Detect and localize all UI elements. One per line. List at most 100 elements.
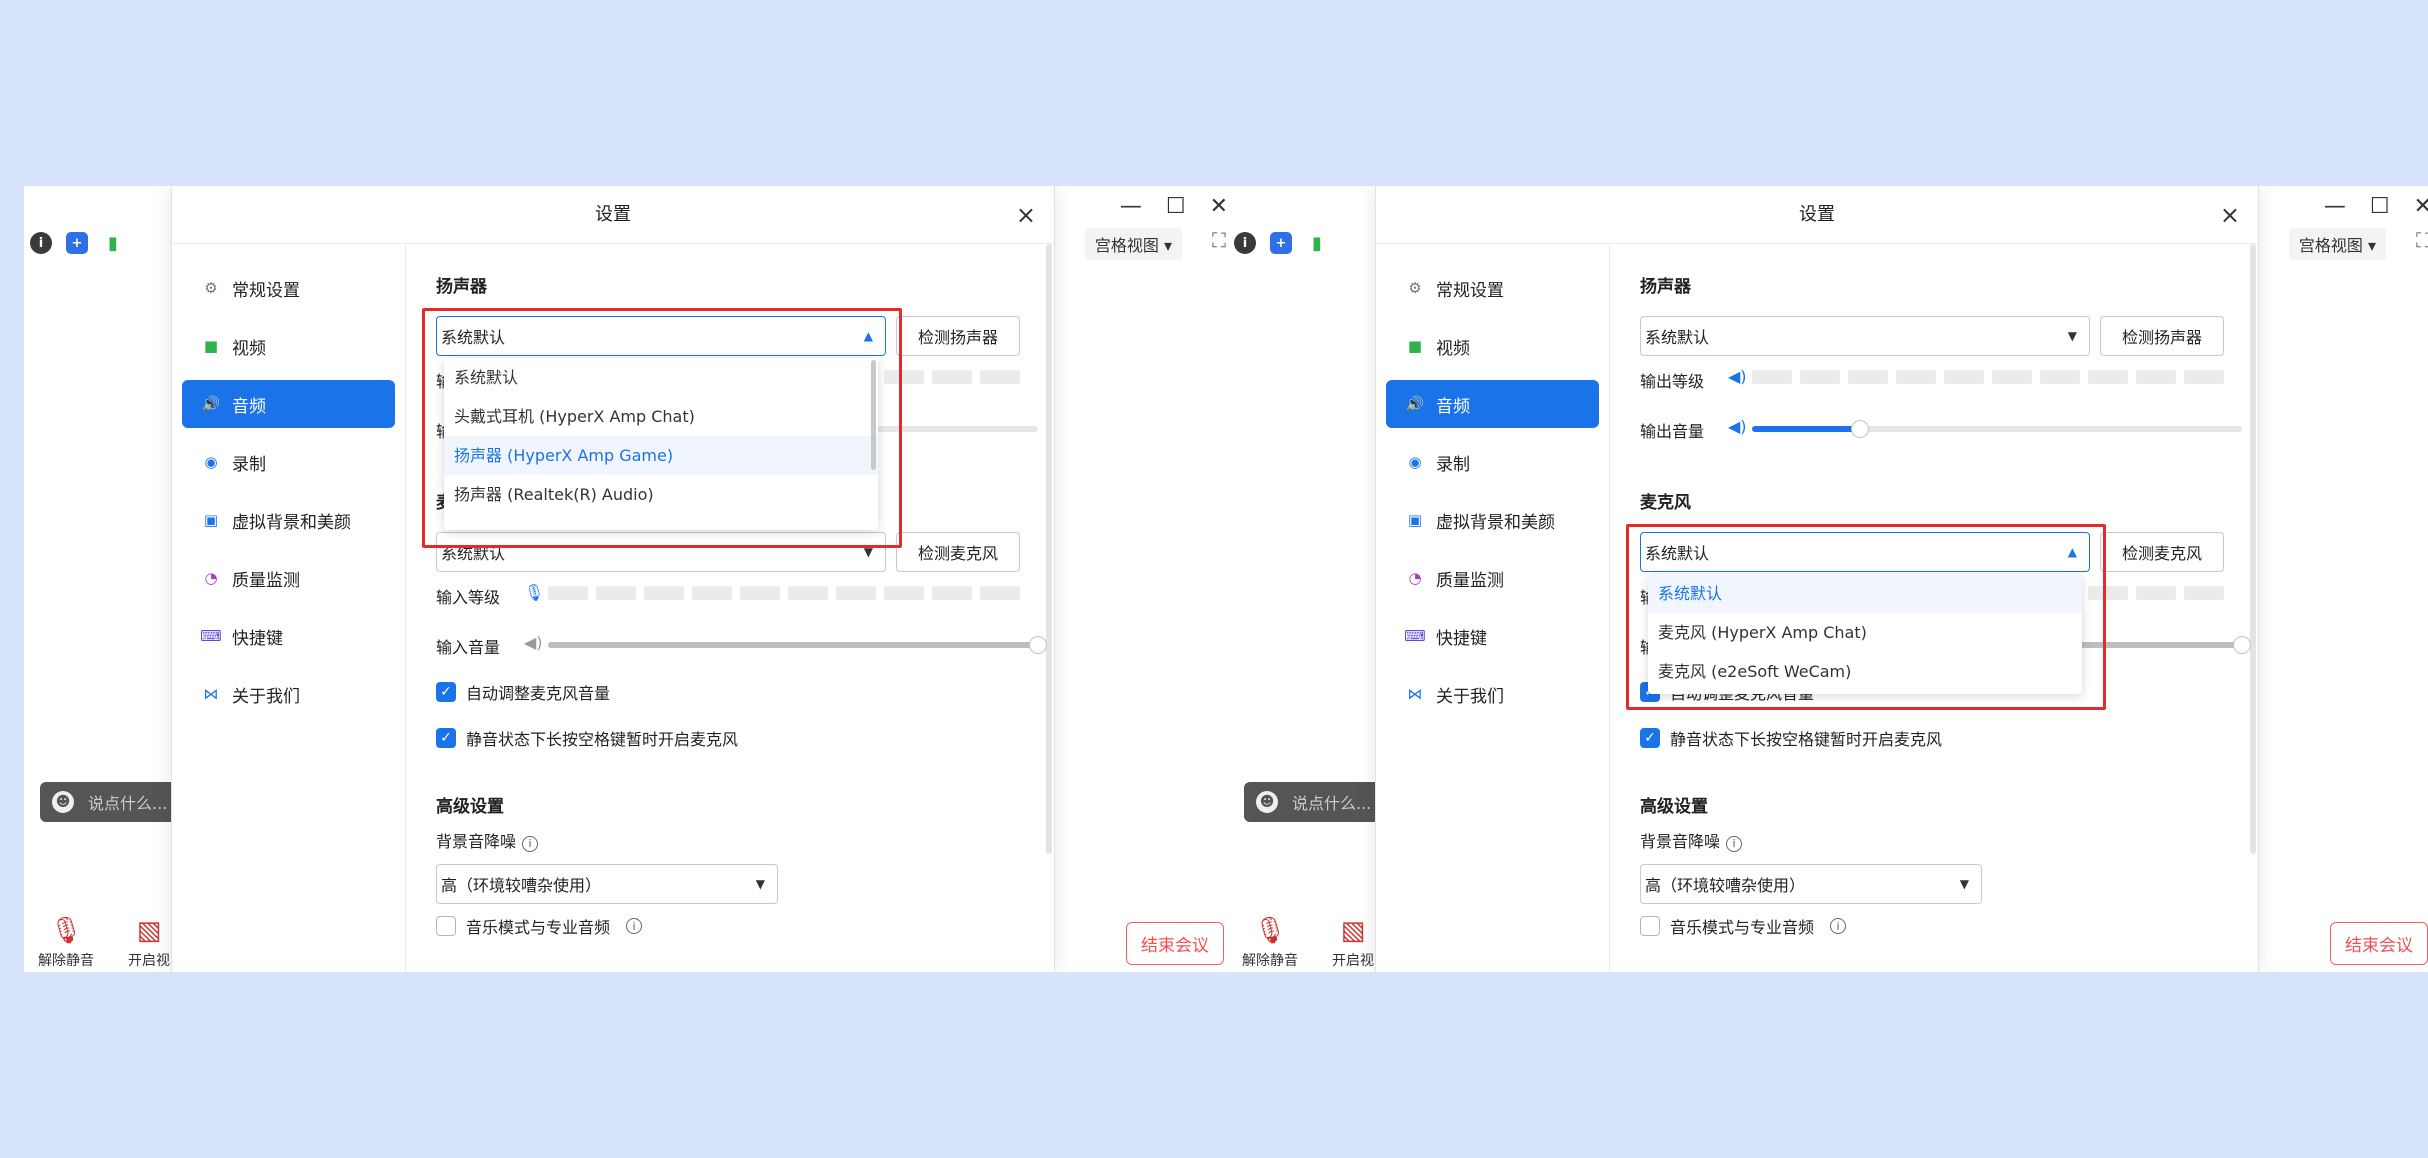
- scrollbar[interactable]: [2250, 244, 2256, 854]
- sidebar-item-portrait[interactable]: ▣ 虚拟背景和美颜: [1386, 496, 1599, 544]
- highlight-box: [422, 308, 902, 548]
- auto-adjust-checkbox[interactable]: ✓自动调整麦克风音量: [436, 680, 610, 704]
- advanced-title: 高级设置: [1640, 797, 1708, 817]
- input-volume-slider[interactable]: [548, 636, 1047, 654]
- quality-icon: ◔: [1408, 569, 1422, 587]
- close-icon[interactable]: ×: [1016, 200, 1036, 230]
- chevron-icon: ▼: [755, 877, 765, 891]
- signal-icon[interactable]: ▮: [102, 232, 124, 254]
- advanced-title: 高级设置: [436, 797, 504, 817]
- mic-muted-icon: 🎙: [1253, 916, 1287, 946]
- info-icon[interactable]: i: [30, 232, 52, 254]
- speaker-title: 扬声器: [436, 277, 487, 297]
- sidebar-item-label: 录制: [232, 454, 266, 475]
- minimize-icon[interactable]: —: [2324, 194, 2346, 219]
- music-mode-checkbox[interactable]: 音乐模式与专业音频 i: [436, 914, 643, 938]
- music-mode-checkbox[interactable]: 音乐模式与专业音频 i: [1640, 914, 1847, 938]
- audio-settings: 扬声器 系统默认▲ 检测扬声器 输出等级 ◀) 输出音量 ◀) 麦克风 系统默认…: [406, 244, 1056, 972]
- output-level-meter: [1752, 370, 2224, 384]
- close-icon[interactable]: ×: [2220, 200, 2240, 230]
- space-unmute-checkbox[interactable]: ✓ 静音状态下长按空格键暂时开启麦克风: [1640, 726, 1942, 750]
- sidebar-item-label: 常规设置: [232, 280, 300, 301]
- sidebar-item-label: 快捷键: [1436, 628, 1487, 649]
- unmute-button[interactable]: 🎙 解除静音: [1242, 916, 1298, 970]
- end-meeting-button[interactable]: 结束会议: [1126, 922, 1224, 965]
- volume-icon: ◀): [1728, 417, 1747, 436]
- fullscreen-icon[interactable]: ⛶: [1212, 228, 1226, 252]
- grid-view-button[interactable]: 宫格视图 ▾: [2288, 228, 2386, 260]
- sidebar-item-label: 关于我们: [232, 686, 300, 707]
- signal-icon[interactable]: ▮: [1306, 232, 1328, 254]
- maximize-icon[interactable]: ☐: [1166, 194, 1186, 219]
- sidebar-item-record[interactable]: ◉ 录制: [1386, 438, 1599, 486]
- sidebar-item-video[interactable]: ■ 视频: [182, 322, 395, 370]
- sidebar-item-label: 常规设置: [1436, 280, 1504, 301]
- meeting-toolbar: 🎙 解除静音 ▧ 开启视: [1242, 916, 1374, 970]
- info-icon[interactable]: i: [1830, 918, 1847, 934]
- sidebar-item-quality[interactable]: ◔ 质量监测: [182, 554, 395, 602]
- keyboard-icon: ⌨: [200, 627, 222, 645]
- output-volume-slider[interactable]: [1752, 420, 2242, 438]
- emoji-icon[interactable]: ☻: [1256, 791, 1278, 813]
- sidebar-item-speaker[interactable]: 🔊 音频: [1386, 380, 1599, 428]
- fullscreen-icon[interactable]: ⛶: [2416, 228, 2428, 252]
- sidebar-item-video[interactable]: ■ 视频: [1386, 322, 1599, 370]
- checkbox-empty-icon: [436, 916, 456, 936]
- sidebar-item-gear[interactable]: ⚙ 常规设置: [1386, 264, 1599, 312]
- test-speaker-button[interactable]: 检测扬声器: [2100, 316, 2224, 356]
- sidebar-item-label: 虚拟背景和美颜: [232, 512, 351, 533]
- sidebar-item-about-logo[interactable]: ⋈ 关于我们: [182, 670, 395, 718]
- shield-icon[interactable]: +: [66, 232, 88, 254]
- start-video-button[interactable]: ▧ 开启视: [1332, 916, 1374, 970]
- minimize-icon[interactable]: —: [1120, 194, 1142, 219]
- about-logo-icon: ⋈: [1407, 685, 1423, 703]
- gear-icon: ⚙: [1408, 279, 1422, 297]
- slider-handle[interactable]: [1851, 420, 1869, 438]
- video-icon: ■: [203, 337, 219, 355]
- test-mic-button[interactable]: 检测麦克风: [896, 532, 1020, 572]
- speaker-select[interactable]: 系统默认 ▼: [1640, 316, 2090, 356]
- sidebar-item-record[interactable]: ◉ 录制: [182, 438, 395, 486]
- emoji-icon[interactable]: ☻: [52, 791, 74, 813]
- unmute-button[interactable]: 🎙 解除静音: [38, 916, 94, 970]
- start-video-button[interactable]: ▧ 开启视: [128, 916, 170, 970]
- info-icon[interactable]: i: [626, 918, 643, 934]
- output-level-label: 输出等级: [1640, 372, 1705, 391]
- sidebar-item-portrait[interactable]: ▣ 虚拟背景和美颜: [182, 496, 395, 544]
- maximize-icon[interactable]: ☐: [2370, 194, 2390, 219]
- sidebar-item-keyboard[interactable]: ⌨ 快捷键: [182, 612, 395, 660]
- highlight-box: [1626, 524, 2106, 710]
- audio-settings: 扬声器 系统默认 ▼ 检测扬声器 输出等级 ◀) 输出音量 ◀) 麦克风 系统默认…: [1610, 244, 2260, 972]
- info-icon[interactable]: i: [1726, 835, 1743, 852]
- close-window-icon[interactable]: ✕: [1210, 194, 1228, 219]
- sidebar-item-quality[interactable]: ◔ 质量监测: [1386, 554, 1599, 602]
- input-level-label: 输入等级: [436, 588, 501, 607]
- record-icon: ◉: [1408, 453, 1422, 471]
- close-window-icon[interactable]: ✕: [2414, 194, 2428, 219]
- shield-icon[interactable]: +: [1270, 232, 1292, 254]
- space-unmute-checkbox[interactable]: ✓ 静音状态下长按空格键暂时开启麦克风: [436, 726, 738, 750]
- info-icon[interactable]: i: [1234, 232, 1256, 254]
- gear-icon: ⚙: [204, 279, 218, 297]
- sidebar-item-gear[interactable]: ⚙ 常规设置: [182, 264, 395, 312]
- slider-handle[interactable]: [1029, 636, 1047, 654]
- sidebar-item-about-logo[interactable]: ⋈ 关于我们: [1386, 670, 1599, 718]
- sidebar-item-speaker[interactable]: 🔊 音频: [182, 380, 395, 428]
- end-meeting-button[interactable]: 结束会议: [2330, 922, 2428, 965]
- settings-sidebar: ⚙ 常规设置 ■ 视频 🔊 音频 ◉ 录制 ▣ 虚拟背景和美颜 ◔ 质量监测 ⌨…: [172, 244, 406, 972]
- grid-view-button[interactable]: 宫格视图 ▾: [1084, 228, 1182, 260]
- info-icon[interactable]: i: [522, 835, 539, 852]
- window-controls: — ☐ ✕: [2324, 194, 2428, 219]
- dialog-title: 设置: [1376, 186, 2258, 244]
- test-speaker-button[interactable]: 检测扬声器: [896, 316, 1020, 356]
- quality-icon: ◔: [204, 569, 218, 587]
- meeting-toolbar: 🎙 解除静音 ▧ 开启视: [38, 916, 170, 970]
- scrollbar[interactable]: [1046, 244, 1052, 854]
- test-mic-button[interactable]: 检测麦克风: [2100, 532, 2224, 572]
- sidebar-item-keyboard[interactable]: ⌨ 快捷键: [1386, 612, 1599, 660]
- sidebar-item-label: 音频: [1436, 396, 1470, 417]
- slider-handle[interactable]: [2233, 636, 2251, 654]
- sidebar-item-label: 快捷键: [232, 628, 283, 649]
- noise-select[interactable]: 高（环境较嘈杂使用） ▼: [1640, 864, 1982, 904]
- noise-select[interactable]: 高（环境较嘈杂使用） ▼: [436, 864, 778, 904]
